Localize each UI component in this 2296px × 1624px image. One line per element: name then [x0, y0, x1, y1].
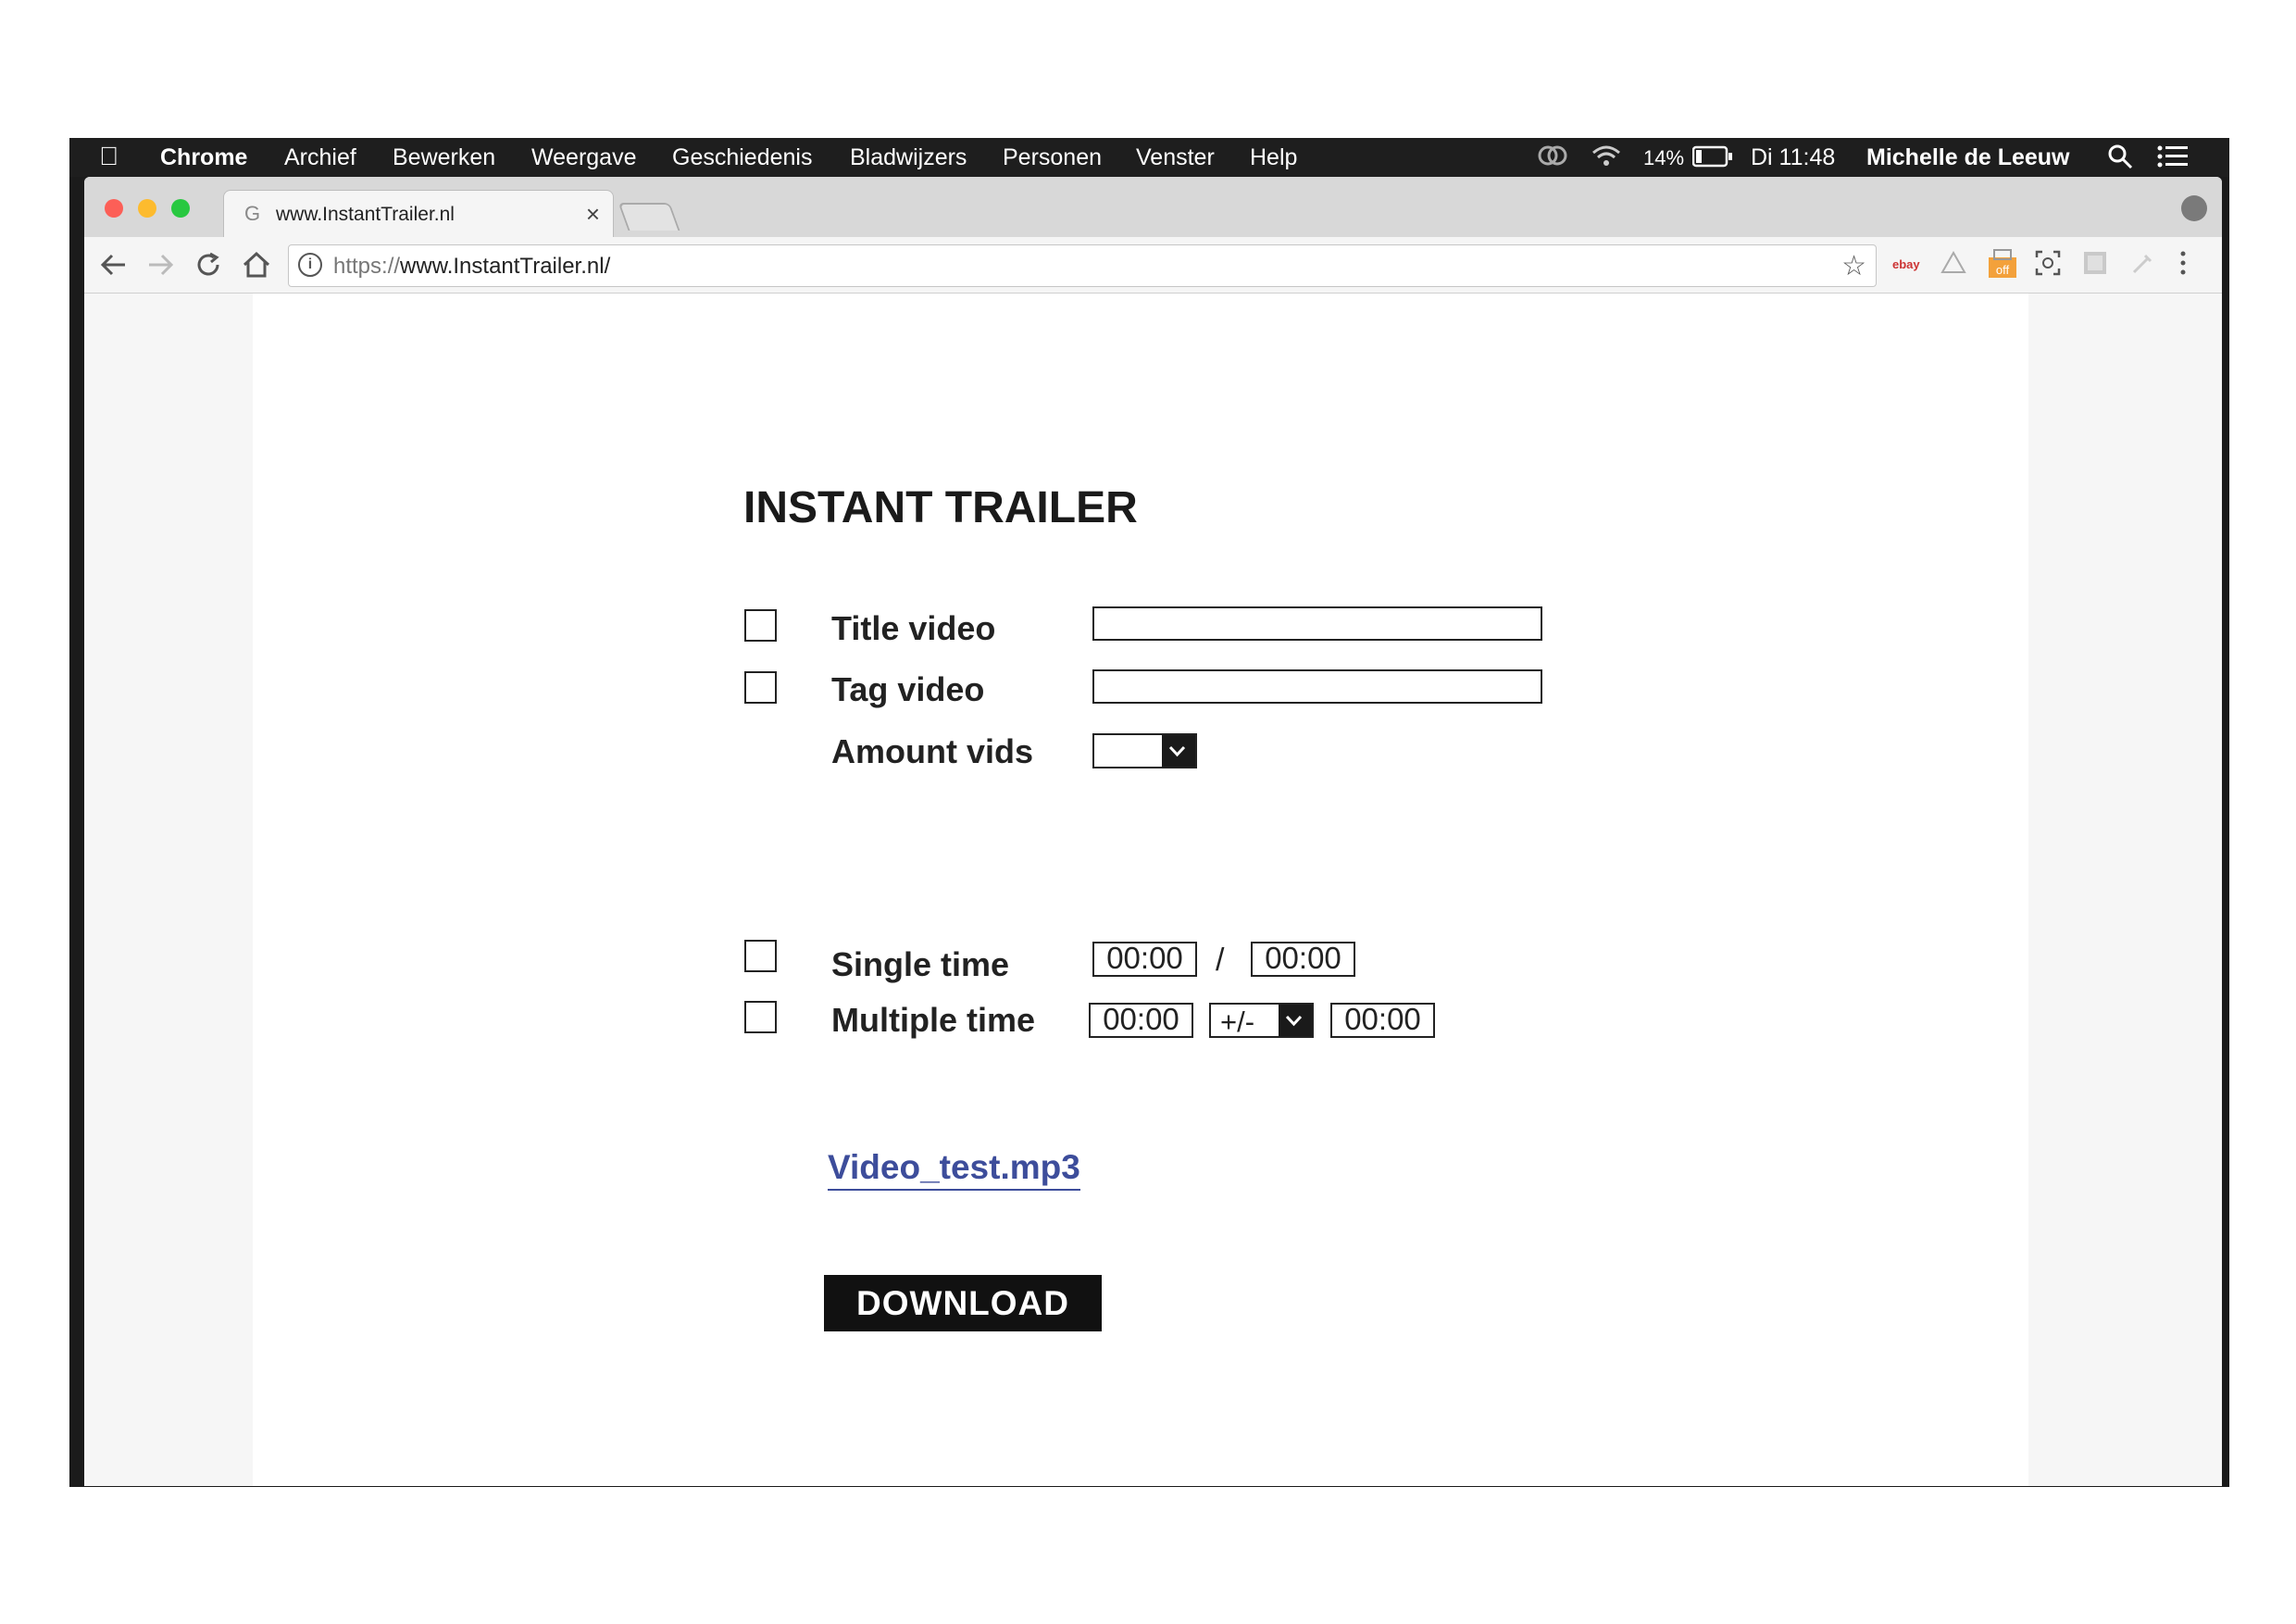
browser-toolbar: i https://www.InstantTrailer.nl/ ☆ ebay …: [84, 237, 2222, 294]
tag-video-input[interactable]: [1092, 669, 1542, 704]
multiple-time-start-input[interactable]: 00:00: [1089, 1003, 1193, 1038]
time-separator: /: [1216, 943, 1225, 978]
tab-title: www.InstantTrailer.nl: [276, 204, 455, 225]
profile-icon[interactable]: [2181, 195, 2207, 221]
multiple-time-operator-select[interactable]: +/-: [1209, 1003, 1314, 1038]
battery-percent: 14%: [1643, 146, 1685, 169]
menu-clock[interactable]: Di 11:48: [1751, 144, 1835, 171]
coupon-extension-icon[interactable]: off: [1987, 246, 2018, 285]
home-icon[interactable]: [240, 246, 273, 292]
wifi-icon[interactable]: [1591, 142, 1622, 176]
tag-video-checkbox[interactable]: [744, 671, 777, 704]
browser-tab[interactable]: G www.InstantTrailer.nl ×: [223, 190, 614, 238]
menu-item-geschiedenis[interactable]: Geschiedenis: [672, 144, 812, 171]
chevron-down-icon[interactable]: [1162, 735, 1195, 767]
browser-window: G www.InstantTrailer.nl × i https://www.…: [84, 177, 2222, 1486]
multiple-time-end-input[interactable]: 00:00: [1330, 1003, 1435, 1038]
back-icon[interactable]: [97, 246, 131, 292]
page-content: [253, 294, 2028, 1486]
menu-item-weergave[interactable]: Weergave: [531, 144, 637, 171]
single-time-checkbox[interactable]: [744, 940, 777, 972]
chevron-down-icon[interactable]: [1279, 1005, 1312, 1036]
title-video-input[interactable]: [1092, 606, 1542, 641]
download-button[interactable]: DOWNLOAD: [824, 1275, 1102, 1331]
creative-cloud-icon[interactable]: [1537, 142, 1568, 176]
forward-icon[interactable]: [144, 246, 177, 292]
tag-video-label: Tag video: [831, 670, 985, 708]
eyedropper-extension-icon[interactable]: [2130, 250, 2156, 281]
notification-center-icon[interactable]: [2157, 144, 2189, 175]
menu-item-personen[interactable]: Personen: [1003, 144, 1102, 171]
address-url: https://www.InstantTrailer.nl/: [333, 254, 611, 279]
single-time-label: Single time: [831, 945, 1010, 983]
title-video-label: Title video: [831, 609, 996, 647]
address-bar[interactable]: i https://www.InstantTrailer.nl/ ☆: [288, 244, 1877, 287]
site-info-icon[interactable]: i: [298, 253, 322, 277]
macos-menu-bar:  Chrome Archief Bewerken Weergave Gesch…: [69, 138, 2229, 177]
zoom-window-button[interactable]: [171, 199, 190, 218]
bookmark-star-icon[interactable]: ☆: [1841, 250, 1866, 282]
amount-vids-select[interactable]: [1092, 733, 1197, 768]
spotlight-search-icon[interactable]: [2106, 143, 2134, 177]
screenshot-extension-icon[interactable]: [2035, 250, 2061, 281]
menu-item-bewerken[interactable]: Bewerken: [393, 144, 495, 171]
page-viewport: [84, 294, 2222, 1486]
menu-item-bladwijzers[interactable]: Bladwijzers: [850, 144, 967, 171]
ebay-extension-icon[interactable]: ebay: [1892, 257, 1920, 271]
close-window-button[interactable]: [105, 199, 123, 218]
battery-icon[interactable]: [1691, 145, 1733, 174]
tab-favicon-icon: G: [244, 202, 261, 225]
multiple-time-label: Multiple time: [831, 1001, 1036, 1039]
minimize-window-button[interactable]: [138, 199, 156, 218]
video-file-link[interactable]: Video_test.mp3: [828, 1148, 1080, 1191]
single-time-start-input[interactable]: 00:00: [1092, 942, 1197, 977]
menu-item-help[interactable]: Help: [1250, 144, 1297, 171]
menu-user-name[interactable]: Michelle de Leeuw: [1866, 144, 2070, 171]
image-extension-icon[interactable]: [2082, 250, 2108, 281]
menu-item-venster[interactable]: Venster: [1136, 144, 1215, 171]
multiple-time-operator-value: +/-: [1220, 1006, 1255, 1038]
multiple-time-checkbox[interactable]: [744, 1001, 777, 1033]
drive-extension-icon[interactable]: [1940, 250, 1967, 281]
new-tab-button[interactable]: [618, 203, 680, 231]
apple-icon[interactable]: : [99, 142, 119, 171]
menu-item-archief[interactable]: Archief: [284, 144, 356, 171]
amount-vids-label: Amount vids: [831, 732, 1034, 770]
tab-close-icon[interactable]: ×: [586, 200, 600, 229]
menu-app-name[interactable]: Chrome: [160, 144, 247, 171]
page-title: INSTANT TRAILER: [743, 483, 1138, 532]
tab-strip: G www.InstantTrailer.nl ×: [84, 177, 2222, 238]
single-time-end-input[interactable]: 00:00: [1251, 942, 1355, 977]
reload-icon[interactable]: [192, 246, 225, 292]
chrome-menu-icon[interactable]: [2178, 250, 2188, 281]
svg-text:off: off: [1996, 263, 2010, 277]
title-video-checkbox[interactable]: [744, 609, 777, 642]
